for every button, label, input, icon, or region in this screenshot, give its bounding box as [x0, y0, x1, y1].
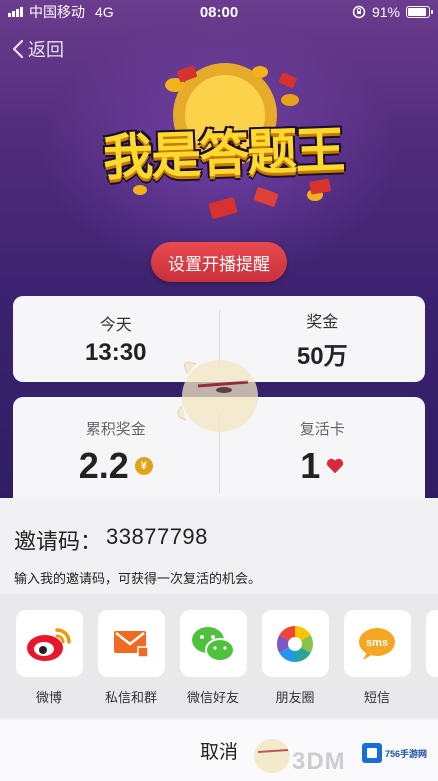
- back-label: 返回: [28, 40, 64, 60]
- sms-icon-text: sms: [366, 637, 388, 649]
- invite-code-row: 邀请码： 33877798: [14, 524, 208, 556]
- accumulated-prize-label: 累积奖金: [85, 420, 146, 438]
- share-weibo[interactable]: 微博: [14, 610, 84, 706]
- status-bar: 中国移动 4G 08:00 91%: [0, 0, 438, 24]
- invite-code-value: 33877798: [106, 524, 208, 549]
- site-watermark-text: 756手游网: [385, 748, 428, 759]
- cancel-label: 取消: [199, 742, 238, 763]
- site-watermark: 756手游网: [362, 741, 434, 765]
- share-alipay[interactable]: 支: [424, 610, 438, 706]
- game-logo: 我是答题王: [87, 105, 360, 194]
- invite-code-label: 邀请码：: [14, 529, 103, 554]
- clock: 08:00: [199, 3, 239, 21]
- revive-card-label: 复活卡: [299, 420, 345, 438]
- share-sheet: 邀请码： 33877798 输入我的邀请码，可获得一次复活的机会。 微博 私信和…: [0, 498, 438, 781]
- share-message-label: 私信和群: [104, 690, 157, 705]
- share-wechat-friend[interactable]: 微信好友: [178, 610, 248, 706]
- share-moments[interactable]: 朋友圈: [260, 610, 330, 706]
- share-sms[interactable]: sms 短信: [342, 610, 412, 706]
- heart-icon: [327, 458, 344, 473]
- share-wechat-label: 微信好友: [186, 690, 239, 705]
- share-options: 微博 私信和群 微信好友 朋友圈 sms 短信: [0, 594, 438, 718]
- share-message-group[interactable]: 私信和群: [96, 610, 166, 706]
- watermark-3dm: 3DM: [292, 748, 346, 775]
- message-icon: [114, 630, 149, 658]
- share-moments-label: 朋友圈: [275, 690, 315, 705]
- mascot-watermark-small: [254, 739, 290, 773]
- coin-icon: ¥: [134, 456, 153, 475]
- back-button[interactable]: 返回: [12, 36, 64, 62]
- prize-label: 奖金: [306, 313, 339, 331]
- share-weibo-label: 微博: [35, 690, 62, 705]
- start-time: 13:30: [85, 339, 147, 366]
- date-label: 今天: [99, 317, 132, 334]
- mascot-watermark: [177, 360, 258, 432]
- chevron-left-icon: [12, 39, 24, 59]
- wechat-icon: [192, 626, 235, 662]
- site-logo-icon: [362, 743, 382, 763]
- revive-card-count: 1: [300, 444, 321, 486]
- accumulated-prize-value: 2.2: [78, 444, 129, 486]
- battery-icon: [406, 6, 433, 18]
- weibo-icon: [27, 627, 71, 661]
- game-logo-text: 我是答题王: [102, 120, 345, 188]
- moments-icon: [276, 625, 314, 662]
- invite-description: 输入我的邀请码，可获得一次复活的机会。: [14, 571, 262, 586]
- share-sms-label: 短信: [363, 690, 390, 705]
- sms-icon: sms: [359, 627, 395, 660]
- set-reminder-button[interactable]: 设置开播提醒: [151, 242, 287, 282]
- prize-amount: 50万: [296, 342, 348, 370]
